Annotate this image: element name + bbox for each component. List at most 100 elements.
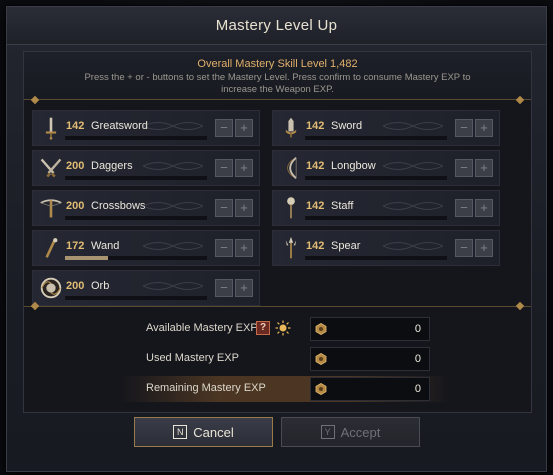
remaining-exp-value: 0 — [414, 383, 421, 395]
weapon-row-staff: 142 Staff − + — [272, 190, 500, 226]
sun-icon — [275, 320, 291, 336]
used-exp-row: Used Mastery EXP 0 — [120, 346, 450, 372]
weapon-name: Wand — [91, 240, 120, 252]
weapon-mastery-grid: 142 Greatsword − +142 Sword − +200 Daggers − +142… — [32, 110, 512, 350]
exp-divider — [24, 306, 531, 307]
weapon-row-orb: 200 Orb − + — [32, 270, 260, 306]
used-exp-box: 0 — [310, 347, 430, 371]
available-exp-row: Available Mastery EXP ? 0 — [120, 316, 450, 342]
mastery-exp-icon — [315, 323, 327, 335]
increase-button[interactable]: + — [475, 119, 493, 137]
weapon-level: 142 — [66, 120, 85, 132]
decrease-button[interactable]: − — [215, 119, 233, 137]
dialog-content: Overall Mastery Skill Level 1,482 Press … — [23, 51, 532, 413]
weapon-level: 200 — [66, 160, 85, 172]
weapon-row-ornament — [143, 282, 203, 290]
increase-button[interactable]: + — [235, 239, 253, 257]
accept-label: Accept — [340, 424, 381, 440]
weapon-name: Spear — [331, 240, 361, 252]
overall-mastery-level: Overall Mastery Skill Level 1,482 — [197, 58, 358, 70]
weapon-exp-bar — [65, 136, 207, 140]
sword-icon — [277, 114, 305, 142]
weapon-level: 172 — [66, 240, 85, 252]
weapon-row-ornament — [143, 122, 203, 130]
weapon-name: Daggers — [91, 160, 133, 172]
remaining-exp-row: Remaining Mastery EXP 0 — [120, 376, 450, 402]
exp-divider-ornament-right — [515, 301, 525, 311]
weapon-exp-fill — [65, 256, 108, 260]
increase-button[interactable]: + — [475, 159, 493, 177]
decrease-button[interactable]: − — [455, 159, 473, 177]
weapon-exp-bar — [305, 256, 447, 260]
decrease-button[interactable]: − — [215, 199, 233, 217]
spear-icon — [277, 234, 305, 262]
available-exp-label: Available Mastery EXP — [146, 322, 258, 334]
help-button[interactable]: ? — [256, 321, 270, 335]
weapon-exp-bar — [65, 216, 207, 220]
weapon-exp-bar — [65, 176, 207, 180]
cancel-hotkey: N — [173, 425, 188, 439]
weapon-row-wand: 172 Wand − + — [32, 230, 260, 266]
increase-button[interactable]: + — [475, 199, 493, 217]
weapon-row-ornament — [383, 242, 443, 250]
cancel-button[interactable]: N Cancel — [134, 417, 273, 447]
increase-button[interactable]: + — [235, 119, 253, 137]
weapon-level: 142 — [306, 160, 325, 172]
dialog-title: Mastery Level Up — [215, 17, 338, 34]
decrease-button[interactable]: − — [215, 239, 233, 257]
weapon-exp-bar — [305, 176, 447, 180]
weapon-row-spear: 142 Spear − + — [272, 230, 500, 266]
weapon-exp-bar — [65, 296, 207, 300]
weapon-name: Greatsword — [91, 120, 148, 132]
weapon-name: Staff — [331, 200, 354, 212]
used-exp-value: 0 — [414, 353, 421, 365]
weapon-level: 142 — [306, 240, 325, 252]
remaining-exp-label: Remaining Mastery EXP — [146, 382, 266, 394]
weapon-row-ornament — [383, 162, 443, 170]
decrease-button[interactable]: − — [455, 239, 473, 257]
decrease-button[interactable]: − — [215, 279, 233, 297]
used-exp-label: Used Mastery EXP — [146, 352, 239, 364]
increase-button[interactable]: + — [235, 159, 253, 177]
weapon-row-crossbows: 200 Crossbows − + — [32, 190, 260, 226]
mastery-level-up-dialog: Mastery Level Up Overall Mastery Skill L… — [6, 6, 547, 472]
mastery-exp-icon — [315, 353, 327, 365]
weapon-row-ornament — [383, 122, 443, 130]
weapon-level: 142 — [306, 120, 325, 132]
available-exp-value: 0 — [414, 323, 421, 335]
remaining-exp-box: 0 — [310, 377, 430, 401]
weapon-level: 142 — [306, 200, 325, 212]
weapon-row-sword: 142 Sword − + — [272, 110, 500, 146]
mastery-exp-summary: Available Mastery EXP ? 0 Used Mastery E… — [120, 316, 450, 406]
dialog-footer: N Cancel Y Accept — [7, 415, 546, 471]
longbow-icon — [277, 154, 305, 182]
weapon-name: Orb — [91, 280, 110, 292]
crossbow-icon — [37, 194, 65, 222]
decrease-button[interactable]: − — [455, 199, 473, 217]
accept-hotkey: Y — [320, 425, 335, 439]
daggers-icon — [37, 154, 65, 182]
instructions-text: Press the + or - buttons to set the Mast… — [84, 72, 471, 95]
mastery-exp-icon — [315, 383, 327, 395]
weapon-exp-bar — [305, 216, 447, 220]
greatsword-icon — [37, 114, 65, 142]
header-block: Overall Mastery Skill Level 1,482 Press … — [24, 52, 531, 100]
decrease-button[interactable]: − — [455, 119, 473, 137]
wand-icon — [37, 234, 65, 262]
accept-button[interactable]: Y Accept — [281, 417, 420, 447]
increase-button[interactable]: + — [235, 279, 253, 297]
increase-button[interactable]: + — [235, 199, 253, 217]
weapon-row-ornament — [143, 202, 203, 210]
increase-button[interactable]: + — [475, 239, 493, 257]
weapon-level: 200 — [66, 200, 85, 212]
weapon-row-longbow: 142 Longbow − + — [272, 150, 500, 186]
weapon-name: Crossbows — [91, 200, 146, 212]
weapon-name: Sword — [331, 120, 363, 132]
weapon-row-ornament — [143, 242, 203, 250]
orb-icon — [37, 274, 65, 302]
decrease-button[interactable]: − — [215, 159, 233, 177]
weapon-row-ornament — [143, 162, 203, 170]
weapon-exp-bar — [65, 256, 207, 260]
weapon-exp-bar — [305, 136, 447, 140]
weapon-row-daggers: 200 Daggers − + — [32, 150, 260, 186]
